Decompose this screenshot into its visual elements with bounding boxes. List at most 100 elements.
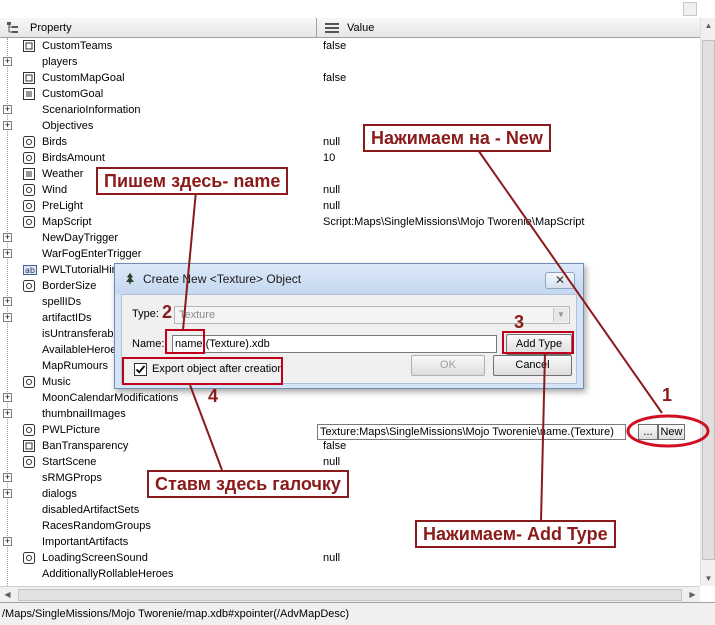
dialog-title: Create New <Texture> Object [143,272,302,286]
tree-row[interactable]: StartScene null [0,454,700,470]
tree-row[interactable]: + sRMGProps [0,470,700,486]
row-label: CustomMapGoal [42,72,125,84]
expand-icon[interactable]: + [3,57,12,66]
link-icon [23,280,35,292]
tree-row[interactable]: + thumbnailImages [0,406,700,422]
row-label: disabledArtifactSets [42,504,140,516]
row-label: NewDayTrigger [42,232,119,244]
row-value[interactable]: Script:Maps\SingleMissions\Mojo Tworenie… [323,214,584,230]
row-value[interactable]: null [323,454,340,470]
tree-row[interactable]: CustomGoal [0,86,700,102]
ok-button[interactable]: OK [411,355,485,376]
row-label: Music [42,376,71,388]
expand-icon[interactable]: + [3,297,12,306]
scroll-down-icon[interactable]: ▼ [701,571,715,586]
scroll-left-icon[interactable]: ◀ [0,587,15,602]
row-value[interactable]: null [323,182,340,198]
row-label: players [42,56,78,68]
click-new-annotation: Нажимаем на - New [363,124,551,152]
expand-icon[interactable]: + [3,393,12,402]
name-highlight-box [165,329,205,354]
expand-icon[interactable]: + [3,473,12,482]
horizontal-scrollbar[interactable]: ◀ ▶ [0,586,700,602]
row-label: Objectives [42,120,94,132]
row-value[interactable]: null [323,550,340,566]
link-icon [23,376,35,388]
expand-icon[interactable]: + [3,489,12,498]
expand-icon[interactable]: + [3,121,12,130]
tree-row[interactable]: + dialogs [0,486,700,502]
tree-row[interactable]: + NewDayTrigger [0,230,700,246]
expand-icon[interactable]: + [3,409,12,418]
list-icon [23,88,35,100]
row-label: sRMGProps [42,472,102,484]
tree-row[interactable]: + Objectives [0,118,700,134]
pwl-picture-value-field[interactable]: Texture:Maps\SingleMissions\Mojo Tworeni… [317,424,626,440]
expand-icon[interactable]: + [3,233,12,242]
scroll-right-icon[interactable]: ▶ [685,587,700,602]
dialog-titlebar[interactable]: Create New <Texture> Object ✕ [115,264,583,294]
list-icon [325,22,339,34]
tree-row[interactable]: disabledArtifactSets [0,502,700,518]
struct-icon [23,72,35,84]
chevron-down-icon[interactable]: ▼ [553,308,568,322]
tree-row[interactable]: + WarFogEnterTrigger [0,246,700,262]
tree-row[interactable]: + ScenarioInformation [0,102,700,118]
tree-row[interactable]: + players [0,54,700,70]
expand-icon[interactable]: + [3,537,12,546]
tree-icon [6,21,20,35]
row-label: PWLTutorialHint [42,264,121,276]
vertical-scrollbar[interactable]: ▲ ▼ [700,18,715,586]
vertical-scroll-thumb[interactable] [702,40,715,560]
pwl-picture-value: Texture:Maps\SingleMissions\Mojo Tworeni… [320,426,614,438]
horizontal-scroll-thumb[interactable] [18,589,682,601]
row-value[interactable]: false [323,38,346,54]
browse-button[interactable]: ... [638,424,658,440]
scroll-up-icon[interactable]: ▲ [701,18,715,33]
row-label: ImportantArtifacts [42,536,129,548]
row-value[interactable]: null [323,134,340,150]
tree-row[interactable]: BanTransparency false [0,438,700,454]
app-icon [123,272,137,286]
cancel-button[interactable]: Cancel [493,355,572,376]
link-icon [23,216,35,228]
row-value[interactable]: false [323,438,346,454]
expand-icon[interactable]: + [3,313,12,322]
click-add-type-annotation: Нажимаем- Add Type [415,520,616,548]
new-button[interactable]: New [658,424,685,440]
tree-row[interactable]: CustomMapGoal false [0,70,700,86]
tree-row[interactable]: PreLight null [0,198,700,214]
tree-row[interactable]: LoadingScreenSound null [0,550,700,566]
row-label: dialogs [42,488,77,500]
status-bar: /Maps/SingleMissions/Mojo Tworenie/map.x… [0,602,715,625]
row-label: PWLPicture [42,424,101,436]
tree-row[interactable]: Birds null [0,134,700,150]
row-label: CustomGoal [42,88,104,100]
expand-icon[interactable]: + [3,249,12,258]
write-name-annotation: Пишем здесь- name [96,167,289,195]
row-label: StartScene [42,456,97,468]
row-label: MoonCalendarModifications [42,392,179,404]
tree-row[interactable]: + MoonCalendarModifications [0,390,700,406]
value-column-header[interactable]: Value [317,18,700,38]
row-value[interactable]: null [323,198,340,214]
row-value[interactable]: 10 [323,150,335,166]
close-icon[interactable]: ✕ [545,272,575,289]
scroll-up-arrow-icon[interactable] [683,2,697,16]
row-label: spellIDs [42,296,82,308]
property-column-header[interactable]: Property [0,18,317,38]
type-select[interactable]: Texture ▼ [174,306,570,324]
tree-row[interactable]: CustomTeams false [0,38,700,54]
tree-row[interactable]: BirdsAmount 10 [0,150,700,166]
row-label: WarFogEnterTrigger [42,248,142,260]
row-value[interactable]: false [323,70,346,86]
type-label: Type: [132,308,159,320]
tree-row[interactable]: MapScript Script:Maps\SingleMissions\Mojo… [0,214,700,230]
row-label: AvailableHeroes [42,344,122,356]
row-label: RacesRandomGroups [42,520,151,532]
tree-row[interactable]: AdditionallyRollableHeroes [0,566,700,582]
expand-icon[interactable]: + [3,105,12,114]
name-input[interactable]: name.(Texture).xdb [172,335,497,353]
struct-icon [23,40,35,52]
link-icon [23,184,35,196]
